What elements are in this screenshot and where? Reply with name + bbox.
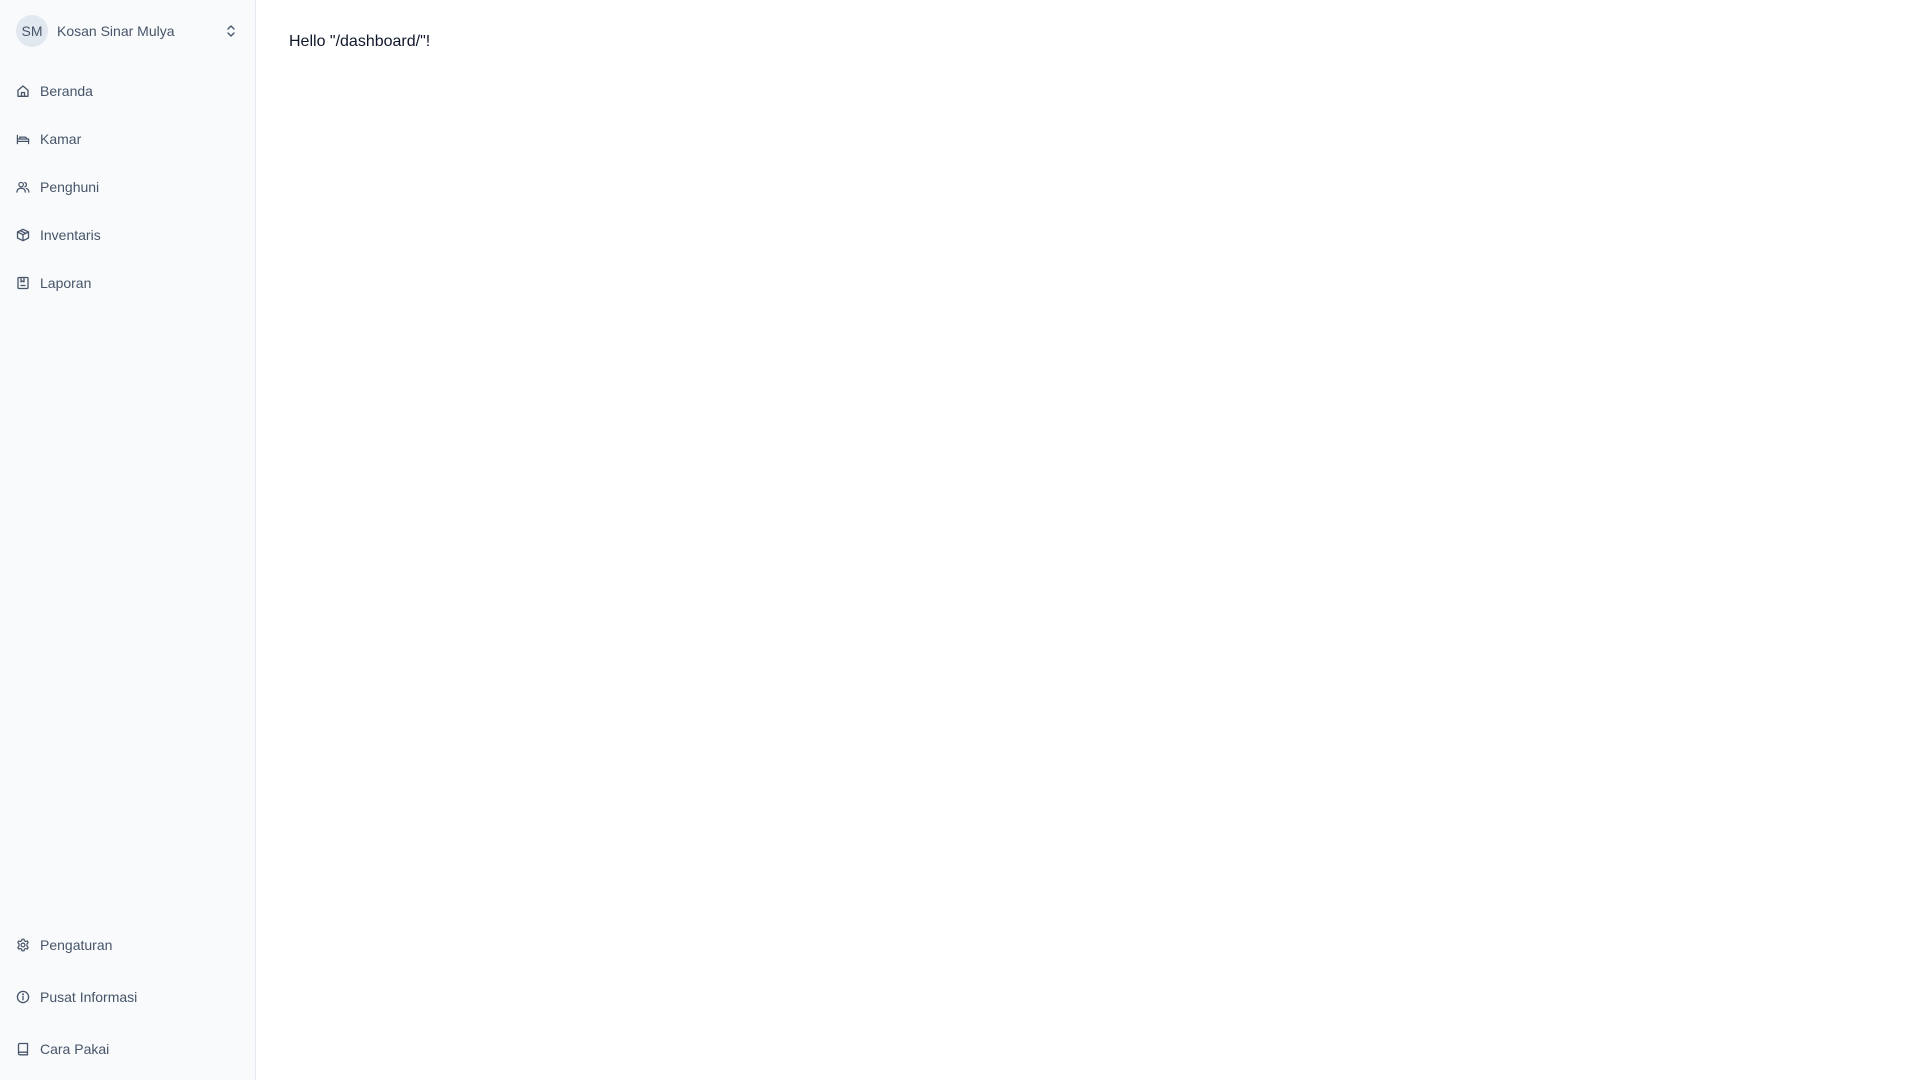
sidebar-item-label: Pengaturan [40,937,113,953]
sidebar-item-pengaturan[interactable]: Pengaturan [16,933,239,957]
sidebar-item-label: Cara Pakai [40,1041,110,1057]
org-switcher[interactable]: SM Kosan Sinar Mulya [16,15,239,47]
sidebar-item-label: Kamar [40,131,82,147]
sidebar-item-label: Inventaris [40,227,101,243]
bed-icon [16,132,30,146]
bottom-nav: Pengaturan Pusat Informasi Cara Pakai [16,933,239,1061]
sidebar-item-label: Beranda [40,83,93,99]
report-icon [16,276,30,290]
sidebar-item-inventaris[interactable]: Inventaris [16,223,239,247]
sidebar-item-kamar[interactable]: Kamar [16,127,239,151]
info-icon [16,990,30,1004]
package-icon [16,228,30,242]
sidebar: SM Kosan Sinar Mulya Beranda Kamar Pengh… [0,0,256,1080]
gear-icon [16,938,30,952]
org-name: Kosan Sinar Mulya [57,23,175,39]
sidebar-item-label: Penghuni [40,179,100,195]
book-icon [16,1042,30,1056]
users-icon [16,180,30,194]
main-content: Hello "/dashboard/"! [256,0,1920,1080]
greeting-text: Hello "/dashboard/"! [289,33,431,50]
sidebar-item-laporan[interactable]: Laporan [16,271,239,295]
chevrons-up-down-icon [224,24,238,38]
sidebar-item-pusat-informasi[interactable]: Pusat Informasi [16,985,239,1009]
sidebar-item-label: Laporan [40,275,92,291]
sidebar-item-penghuni[interactable]: Penghuni [16,175,239,199]
avatar: SM [16,15,48,47]
main-nav: Beranda Kamar Penghuni Inventaris Lapora… [16,79,239,295]
sidebar-item-label: Pusat Informasi [40,989,138,1005]
sidebar-item-cara-pakai[interactable]: Cara Pakai [16,1037,239,1061]
sidebar-top: SM Kosan Sinar Mulya Beranda Kamar Pengh… [16,0,239,319]
home-icon [16,84,30,98]
sidebar-item-beranda[interactable]: Beranda [16,79,239,103]
app-root: SM Kosan Sinar Mulya Beranda Kamar Pengh… [0,0,1920,1080]
